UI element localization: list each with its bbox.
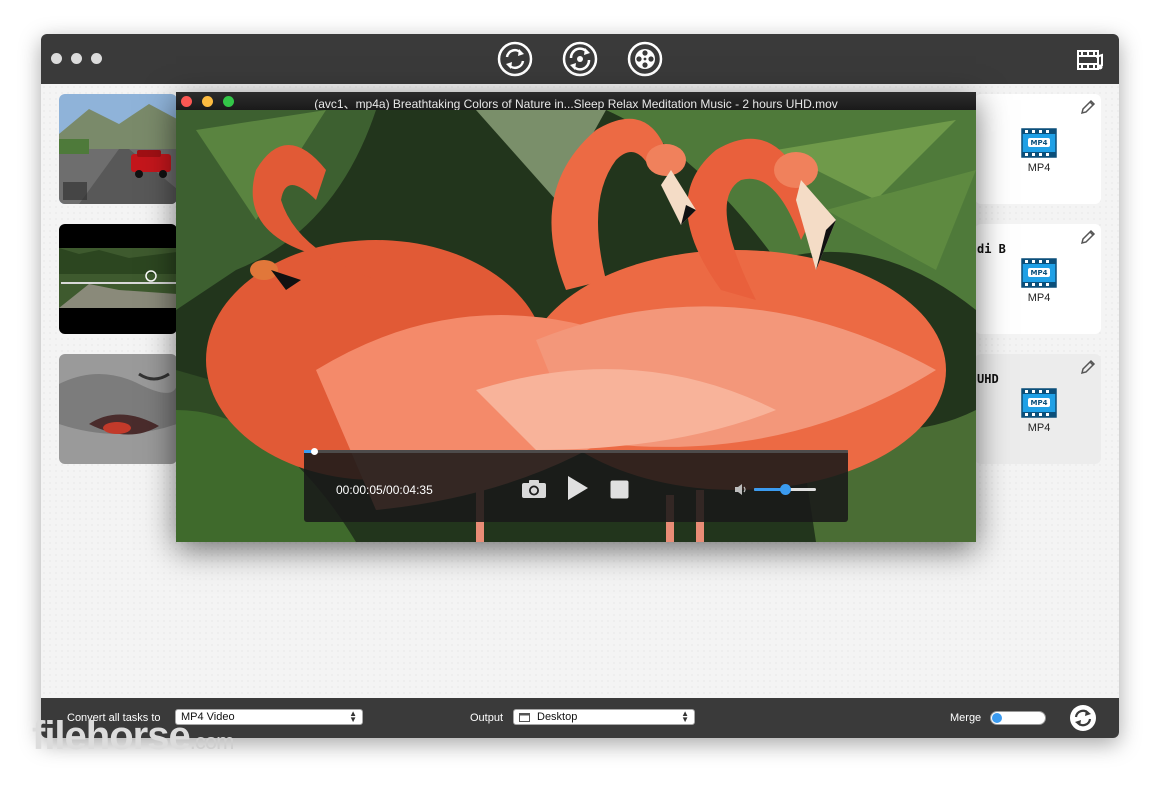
- task-thumbnail-2[interactable]: [59, 224, 177, 334]
- task-title: UHD: [977, 372, 999, 386]
- volume-knob[interactable]: [780, 484, 791, 495]
- player-titlebar: (avc1、mp4a) Breathtaking Colors of Natur…: [176, 92, 976, 111]
- film-reel-tab-icon[interactable]: [627, 41, 663, 77]
- stop-icon[interactable]: [610, 480, 629, 499]
- watermark-suffix: .com: [189, 729, 235, 754]
- task-thumbnail-1[interactable]: [59, 94, 177, 204]
- close-dot[interactable]: [51, 53, 62, 64]
- seek-bar[interactable]: [304, 448, 848, 455]
- svg-text:MP4: MP4: [1031, 399, 1048, 407]
- convert-tab-icon[interactable]: [497, 41, 533, 77]
- svg-text:MP4: MP4: [1031, 139, 1048, 147]
- watermark: filehorse.com: [32, 714, 235, 759]
- watermark-text: filehorse: [32, 714, 191, 758]
- film-music-icon[interactable]: [1075, 46, 1105, 74]
- toolbar: [41, 34, 1119, 84]
- start-convert-button[interactable]: [1069, 704, 1097, 732]
- zoom-dot[interactable]: [91, 53, 102, 64]
- pencil-icon[interactable]: [1079, 358, 1097, 376]
- format-label: MP4: [1027, 292, 1051, 304]
- task-title: di B: [977, 242, 1006, 256]
- format-label: MP4: [1027, 162, 1051, 174]
- toggle-knob: [992, 713, 1002, 723]
- folder-icon: [519, 713, 530, 722]
- speaker-icon[interactable]: [734, 483, 748, 496]
- merge-toggle[interactable]: [990, 711, 1046, 725]
- select-arrows-icon: ▲ ▼: [681, 709, 689, 724]
- pencil-icon[interactable]: [1079, 228, 1097, 246]
- output-folder-select[interactable]: Desktop ▲ ▼: [513, 709, 695, 725]
- volume-slider[interactable]: [754, 484, 816, 495]
- svg-text:MP4: MP4: [1031, 269, 1048, 277]
- format-label: MP4: [1027, 422, 1051, 434]
- camera-icon[interactable]: [521, 479, 547, 499]
- mp4-format-icon[interactable]: MP4: [1021, 257, 1057, 289]
- output-label: Output: [470, 712, 504, 724]
- timecode: 00:00:05/00:04:35: [336, 483, 433, 497]
- pencil-icon[interactable]: [1079, 98, 1097, 116]
- task-thumbnail-3[interactable]: [59, 354, 177, 464]
- task-card-2[interactable]: di B MP4 MP4: [975, 224, 1101, 334]
- select-arrows-icon: ▲ ▼: [349, 709, 357, 724]
- task-card-3[interactable]: UHD MP4 MP4: [975, 354, 1101, 464]
- playback-controls: 00:00:05/00:04:35: [304, 450, 848, 522]
- merge-label: Merge: [950, 712, 982, 724]
- play-icon[interactable]: [566, 475, 590, 501]
- video-player-window[interactable]: (avc1、mp4a) Breathtaking Colors of Natur…: [176, 92, 976, 542]
- rotate-tab-icon[interactable]: [562, 41, 598, 77]
- minimize-dot[interactable]: [71, 53, 82, 64]
- output-folder-value: Desktop: [537, 711, 578, 723]
- mp4-format-icon[interactable]: MP4: [1021, 387, 1057, 419]
- task-card-1[interactable]: MP4 MP4: [975, 94, 1101, 204]
- mp4-format-icon[interactable]: MP4: [1021, 127, 1057, 159]
